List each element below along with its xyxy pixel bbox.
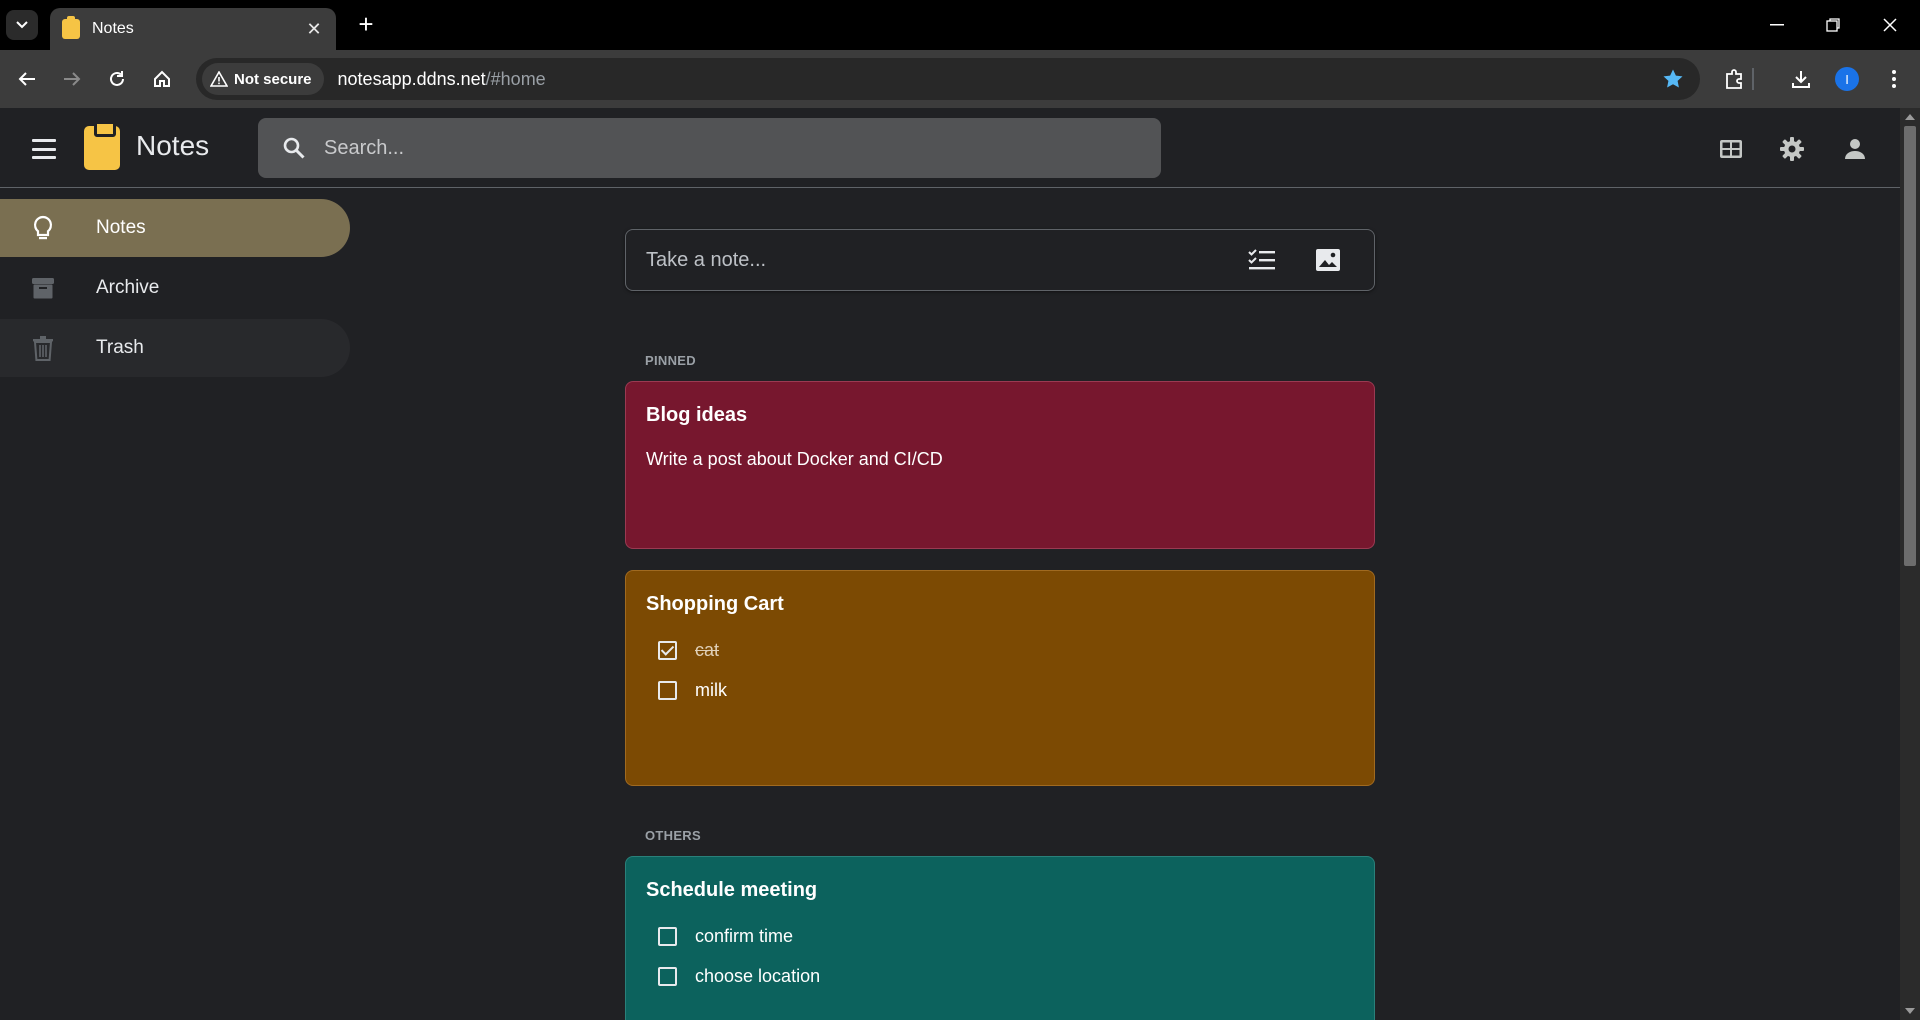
back-button[interactable] xyxy=(10,64,44,94)
hamburger-menu-button[interactable] xyxy=(26,136,62,162)
sidebar: Notes Archive Trash xyxy=(0,189,350,1020)
bookmark-star-icon[interactable] xyxy=(1662,68,1684,90)
download-icon xyxy=(1792,71,1810,88)
note-title: Blog ideas xyxy=(646,404,748,426)
image-icon xyxy=(1316,249,1340,271)
grid-view-icon xyxy=(1720,140,1742,158)
note-card[interactable]: Blog ideas Write a post about Docker and… xyxy=(625,381,1375,549)
notes-favicon-icon xyxy=(62,16,80,39)
security-chip[interactable]: Not secure xyxy=(202,63,324,95)
checklist-item: confirm time xyxy=(646,916,1354,956)
close-window-button[interactable] xyxy=(1870,10,1910,40)
tab-title: Notes xyxy=(92,20,134,37)
checklist-item-text: choose location xyxy=(695,965,821,986)
checklist-icon xyxy=(1248,249,1275,270)
person-icon xyxy=(1845,139,1865,159)
archive-icon xyxy=(30,274,56,302)
chevron-down-icon xyxy=(16,21,28,29)
close-icon xyxy=(1883,18,1897,32)
checkbox[interactable] xyxy=(658,926,677,946)
checklist-item: milk xyxy=(646,670,1354,710)
security-label: Not secure xyxy=(234,70,312,88)
reload-button[interactable] xyxy=(100,64,134,94)
downloads-button[interactable] xyxy=(1785,64,1817,94)
tab-search-button[interactable] xyxy=(6,10,38,40)
settings-button[interactable] xyxy=(1775,132,1809,166)
trash-icon xyxy=(30,334,56,362)
more-vert-icon xyxy=(1892,70,1896,88)
profile-avatar: I xyxy=(1835,67,1859,91)
checklist-item-text: cat xyxy=(695,639,720,660)
scroll-up-arrow[interactable] xyxy=(1905,114,1915,120)
arrow-left-icon xyxy=(18,72,35,86)
gear-icon xyxy=(1780,137,1804,161)
home-button[interactable] xyxy=(145,64,179,94)
checklist-item-text: confirm time xyxy=(695,925,794,946)
extensions-button[interactable] xyxy=(1719,64,1751,94)
scroll-down-arrow[interactable] xyxy=(1905,1008,1915,1014)
reload-icon xyxy=(110,71,124,86)
note-title: Schedule meeting xyxy=(646,879,818,901)
sidebar-item-label: Archive xyxy=(96,277,160,298)
browser-menu-button[interactable] xyxy=(1878,64,1910,94)
composer-placeholder[interactable]: Take a note... xyxy=(646,249,1242,272)
account-button[interactable] xyxy=(1838,132,1872,166)
url-text[interactable]: notesapp.ddns.net/#home xyxy=(338,69,546,90)
warning-icon xyxy=(210,71,228,87)
url-path: /#home xyxy=(485,68,546,89)
scroll-thumb[interactable] xyxy=(1904,126,1916,566)
new-tab-button[interactable]: + xyxy=(354,10,378,38)
note-card[interactable]: Schedule meeting confirm time choose loc… xyxy=(625,856,1375,1020)
note-card[interactable]: Shopping Cart cat milk xyxy=(625,570,1375,786)
checklist-item: cat xyxy=(646,630,1354,670)
sidebar-item-trash[interactable]: Trash xyxy=(0,319,350,377)
profile-button[interactable]: I xyxy=(1831,64,1863,94)
restore-button[interactable] xyxy=(1813,10,1853,40)
checklist-item-text: milk xyxy=(695,679,727,700)
search-icon xyxy=(283,137,305,159)
address-bar[interactable]: Not secure notesapp.ddns.net/#home xyxy=(196,58,1700,100)
lightbulb-icon xyxy=(30,214,56,242)
minimize-icon xyxy=(1770,24,1784,26)
sidebar-item-label: Notes xyxy=(96,217,146,238)
app-header: Notes xyxy=(0,108,1900,188)
arrow-right-icon xyxy=(64,72,81,86)
url-host: notesapp.ddns.net xyxy=(337,68,486,89)
checkbox[interactable] xyxy=(658,966,677,986)
checklist-item: choose location xyxy=(646,956,1354,996)
sidebar-item-archive[interactable]: Archive xyxy=(0,259,350,317)
checkbox[interactable] xyxy=(658,640,677,660)
forward-button[interactable] xyxy=(55,64,89,94)
app-title: Notes xyxy=(136,130,210,161)
restore-icon xyxy=(1826,18,1840,32)
grid-view-button[interactable] xyxy=(1714,132,1748,166)
notes-logo-icon xyxy=(84,121,120,170)
section-label-pinned: PINNED xyxy=(645,353,696,368)
new-list-button[interactable] xyxy=(1242,240,1282,280)
home-icon xyxy=(154,70,170,87)
checkbox[interactable] xyxy=(658,680,677,700)
search-bar[interactable] xyxy=(258,118,1161,178)
section-label-others: OTHERS xyxy=(645,828,701,843)
sidebar-item-label: Trash xyxy=(96,337,144,358)
new-image-note-button[interactable] xyxy=(1308,240,1348,280)
puzzle-icon xyxy=(1726,69,1742,89)
sidebar-item-notes[interactable]: Notes xyxy=(0,199,350,257)
browser-tabbar: Notes ✕ + xyxy=(0,0,1920,50)
take-note-composer[interactable]: Take a note... xyxy=(625,229,1375,291)
page-scrollbar[interactable] xyxy=(1900,108,1920,1020)
close-tab-icon[interactable]: ✕ xyxy=(304,19,324,40)
toolbar-divider xyxy=(1752,68,1754,90)
minimize-button[interactable] xyxy=(1757,10,1797,40)
browser-tab[interactable]: Notes ✕ xyxy=(50,8,336,50)
note-title: Shopping Cart xyxy=(646,593,784,615)
note-body: Write a post about Docker and CI/CD xyxy=(646,449,943,469)
search-input[interactable] xyxy=(324,136,1104,160)
